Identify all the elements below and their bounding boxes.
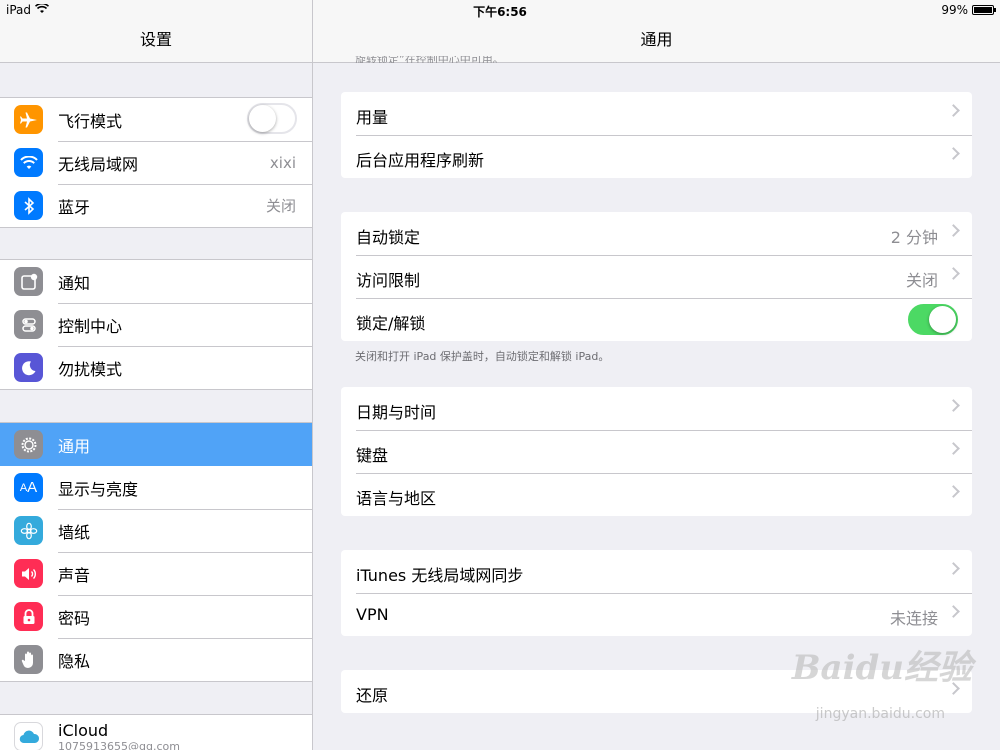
chevron-right-icon (947, 442, 960, 455)
status-time: 下午6:56 (473, 5, 527, 19)
icloud-icon (14, 722, 43, 750)
row-label: 锁定/解锁 (356, 314, 426, 333)
hand-icon (14, 645, 43, 674)
sidebar-item-label: 勿扰模式 (58, 359, 123, 379)
row-label: iTunes 无线局域网同步 (356, 566, 524, 585)
sidebar-item-label: 墙纸 (58, 522, 91, 542)
sidebar-item-do-not-disturb[interactable]: 勿扰模式 (0, 346, 312, 389)
row-label: 自动锁定 (356, 228, 421, 247)
sidebar-item-label: 蓝牙 (58, 197, 91, 217)
sidebar-item-label: 无线局域网 (58, 154, 139, 174)
sidebar-item-label: 显示与亮度 (58, 479, 139, 499)
general-group-usage: 用量 后台应用程序刷新 (341, 92, 972, 178)
lock-unlock-footnote: 关闭和打开 iPad 保护盖时，自动锁定和解锁 iPad。 (355, 350, 610, 363)
sidebar-item-sounds[interactable]: 声音 (0, 552, 312, 595)
chevron-right-icon (947, 224, 960, 237)
sidebar-group-connectivity: 飞行模式 无线局域网 xixi 蓝牙 关闭 (0, 97, 312, 228)
sidebar-group-accounts: iCloud 1075913655@qq.com (0, 714, 312, 750)
usage-row[interactable]: 用量 (341, 92, 972, 135)
sidebar-item-label: 隐私 (58, 651, 91, 671)
airplane-icon (14, 105, 43, 134)
sidebar-item-label: 通用 (58, 436, 91, 456)
vpn-status-value: 未连接 (889, 609, 938, 628)
sidebar-item-airplane-mode[interactable]: 飞行模式 (0, 98, 312, 141)
sidebar-item-display-brightness[interactable]: AA 显示与亮度 (0, 466, 312, 509)
chevron-right-icon (947, 562, 960, 575)
scrolled-footnote-text: 旋转锁定”在控制中心中可用。 (355, 56, 504, 63)
itunes-wifi-sync-row[interactable]: iTunes 无线局域网同步 (341, 550, 972, 593)
speaker-icon (14, 559, 43, 588)
chevron-right-icon (947, 605, 960, 618)
airplane-mode-toggle[interactable] (247, 103, 297, 134)
sidebar-item-label: 密码 (58, 608, 91, 628)
toggle-knob (929, 306, 956, 333)
chevron-right-icon (947, 147, 960, 160)
control-center-icon (14, 310, 43, 339)
lock-icon (14, 602, 43, 631)
background-app-refresh-row[interactable]: 后台应用程序刷新 (341, 135, 972, 178)
notifications-icon (14, 267, 43, 296)
chevron-right-icon (947, 104, 960, 117)
restrictions-value: 关闭 (905, 271, 938, 290)
wifi-network-name: xixi (269, 153, 296, 172)
lock-unlock-toggle[interactable] (908, 304, 958, 335)
vpn-row[interactable]: VPN 未连接 (341, 593, 972, 636)
detail-title: 通用 (640, 30, 673, 49)
settings-sidebar: 设置 飞行模式 无线局域网 xixi 蓝牙 关闭 通知 控制中心 勿扰模式 通用… (0, 0, 313, 750)
sidebar-item-wifi[interactable]: 无线局域网 xixi (0, 141, 312, 184)
battery-percent: 99% (941, 3, 968, 17)
sidebar-item-privacy[interactable]: 隐私 (0, 638, 312, 681)
general-group-lock: 自动锁定 2 分钟 访问限制 关闭 锁定/解锁 (341, 212, 972, 341)
sidebar-item-label: 通知 (58, 273, 91, 293)
wallpaper-icon (14, 516, 43, 545)
sidebar-item-label: iCloud (58, 721, 109, 740)
auto-lock-row[interactable]: 自动锁定 2 分钟 (341, 212, 972, 255)
status-bar: iPad 下午6:56 99% (0, 0, 1000, 20)
row-label: 后台应用程序刷新 (356, 151, 485, 170)
sidebar-item-passcode[interactable]: 密码 (0, 595, 312, 638)
sidebar-item-control-center[interactable]: 控制中心 (0, 303, 312, 346)
auto-lock-value: 2 分钟 (890, 228, 938, 247)
chevron-right-icon (947, 399, 960, 412)
chevron-right-icon (947, 267, 960, 280)
sidebar-item-bluetooth[interactable]: 蓝牙 关闭 (0, 184, 312, 227)
bluetooth-status: 关闭 (265, 197, 296, 215)
moon-icon (14, 353, 43, 382)
general-group-locale: 日期与时间 键盘 语言与地区 (341, 387, 972, 516)
sidebar-item-label: 控制中心 (58, 316, 123, 336)
baidu-jingyan-watermark: Baidu经验 (791, 648, 972, 688)
gear-icon (14, 430, 43, 459)
sidebar-item-label: 飞行模式 (58, 111, 123, 131)
watermark-url: jingyan.baidu.com (815, 706, 945, 722)
chevron-right-icon (947, 485, 960, 498)
toggle-knob (249, 105, 276, 132)
wifi-icon (14, 148, 43, 177)
general-group-network: iTunes 无线局域网同步 VPN 未连接 (341, 550, 972, 636)
sidebar-item-notifications[interactable]: 通知 (0, 260, 312, 303)
date-time-row[interactable]: 日期与时间 (341, 387, 972, 430)
lock-unlock-row: 锁定/解锁 (341, 298, 972, 341)
keyboard-row[interactable]: 键盘 (341, 430, 972, 473)
bluetooth-icon (14, 191, 43, 220)
sidebar-item-wallpaper[interactable]: 墙纸 (0, 509, 312, 552)
battery-icon (972, 5, 996, 15)
row-label: 日期与时间 (356, 403, 437, 422)
sidebar-group-general: 通用 AA 显示与亮度 墙纸 声音 密码 隐私 (0, 422, 312, 682)
sidebar-item-icloud[interactable]: iCloud 1075913655@qq.com (0, 715, 312, 750)
sidebar-item-label: 声音 (58, 565, 91, 585)
row-label: 用量 (356, 108, 389, 127)
general-detail-pane: 通用 旋转锁定”在控制中心中可用。 用量 后台应用程序刷新 自动锁定 2 分钟 … (313, 0, 1000, 750)
icloud-account-email: 1075913655@qq.com (58, 740, 180, 750)
restrictions-row[interactable]: 访问限制 关闭 (341, 255, 972, 298)
sidebar-group-notifications: 通知 控制中心 勿扰模式 (0, 259, 312, 390)
row-label: 访问限制 (356, 271, 421, 290)
row-label: VPN (356, 605, 389, 624)
display-brightness-icon: AA (14, 473, 43, 502)
row-label: 语言与地区 (356, 489, 437, 508)
row-label: 键盘 (356, 446, 389, 465)
sidebar-item-general[interactable]: 通用 (0, 423, 312, 466)
sidebar-title: 设置 (139, 30, 172, 49)
row-label: 还原 (356, 686, 389, 705)
language-region-row[interactable]: 语言与地区 (341, 473, 972, 516)
